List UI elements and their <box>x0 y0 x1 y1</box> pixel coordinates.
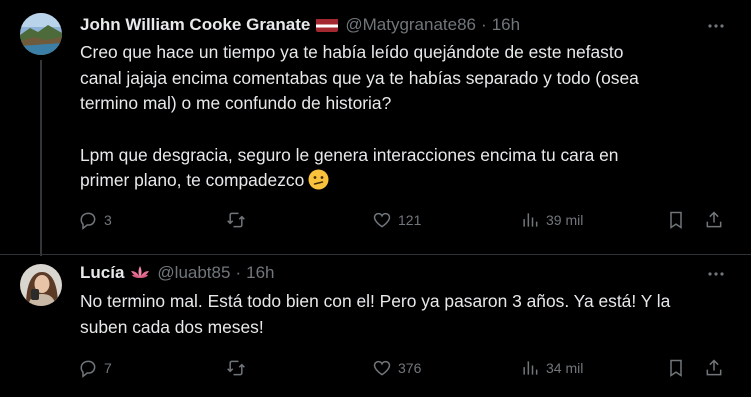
text-line: Creo que hace un tiempo ya te había leíd… <box>80 42 624 62</box>
thread-line <box>40 60 42 256</box>
timestamp[interactable]: 16h <box>492 15 520 35</box>
separator: · <box>235 263 242 282</box>
retweet-icon <box>227 212 245 228</box>
views-button[interactable]: 34 mil <box>520 356 583 380</box>
like-icon <box>373 212 391 228</box>
views-count: 39 mil <box>546 212 584 228</box>
author-name[interactable]: Lucía <box>80 263 124 283</box>
text-line: termino mal) o me confundo de historia? <box>80 93 392 113</box>
text-line: primer plano, te compadezco <box>80 168 730 194</box>
bookmark-icon <box>670 359 682 377</box>
text-line: No termino mal. Está todo bien con el! P… <box>80 291 671 311</box>
like-count: 376 <box>398 360 422 376</box>
like-button[interactable]: 376 <box>372 356 421 380</box>
text-line: canal jajaja encima comentabas que ya te… <box>80 67 639 88</box>
bookmark-icon <box>670 211 682 229</box>
tweet[interactable]: Lucía @luabt85 · 16h No termino mal. Est… <box>0 254 751 397</box>
lotus-icon <box>130 264 150 283</box>
views-button[interactable]: 39 mil <box>520 208 583 232</box>
avatar[interactable] <box>20 13 62 55</box>
retweet-button[interactable] <box>226 356 252 380</box>
like-count: 121 <box>398 212 422 228</box>
reply-count: 3 <box>104 212 112 228</box>
tweet-header: Lucía @luabt85 · 16h <box>80 262 274 284</box>
tweet[interactable]: John William Cooke Granate @Matygranate8… <box>0 0 751 256</box>
reply-count: 7 <box>104 360 112 376</box>
latvia-flag-icon <box>316 18 339 32</box>
share-button[interactable] <box>704 208 724 232</box>
tweet-actions: 3 121 39 mil <box>78 208 728 232</box>
author-name[interactable]: John William Cooke Granate <box>80 15 310 35</box>
confused-face-icon <box>308 169 329 190</box>
reply-button[interactable]: 7 <box>78 356 112 380</box>
reply-icon <box>80 212 96 230</box>
tweet-text: No termino mal. Está todo bien con el! P… <box>80 289 730 340</box>
share-button[interactable] <box>704 356 724 380</box>
like-button[interactable]: 121 <box>372 208 421 232</box>
text-line-content: primer plano, te compadezco <box>80 170 305 190</box>
tweet-header: John William Cooke Granate @Matygranate8… <box>80 14 520 36</box>
avatar[interactable] <box>20 264 62 306</box>
share-icon <box>706 211 722 228</box>
reply-icon <box>80 360 96 378</box>
views-icon <box>523 361 538 375</box>
retweet-button[interactable] <box>226 208 252 232</box>
reply-button[interactable]: 3 <box>78 208 112 232</box>
more-icon[interactable] <box>705 263 727 285</box>
timestamp[interactable]: 16h <box>246 263 274 283</box>
tweet-actions: 7 376 34 mil <box>78 356 728 380</box>
text-line: suben cada dos meses! <box>80 316 264 337</box>
retweet-icon <box>227 360 245 376</box>
bookmark-button[interactable] <box>666 208 686 232</box>
views-icon <box>523 213 538 227</box>
tweet-text: Creo que hace un tiempo ya te había leíd… <box>80 40 730 194</box>
like-icon <box>373 360 391 376</box>
more-icon[interactable] <box>705 15 727 37</box>
author-handle[interactable]: @luabt85 <box>157 263 230 283</box>
share-icon <box>706 359 722 376</box>
author-handle[interactable]: @Matygranate86 <box>345 15 476 35</box>
views-count: 34 mil <box>546 360 584 376</box>
bookmark-button[interactable] <box>666 356 686 380</box>
separator: · <box>481 15 487 34</box>
text-line: Lpm que desgracia, seguro le genera inte… <box>80 144 619 165</box>
